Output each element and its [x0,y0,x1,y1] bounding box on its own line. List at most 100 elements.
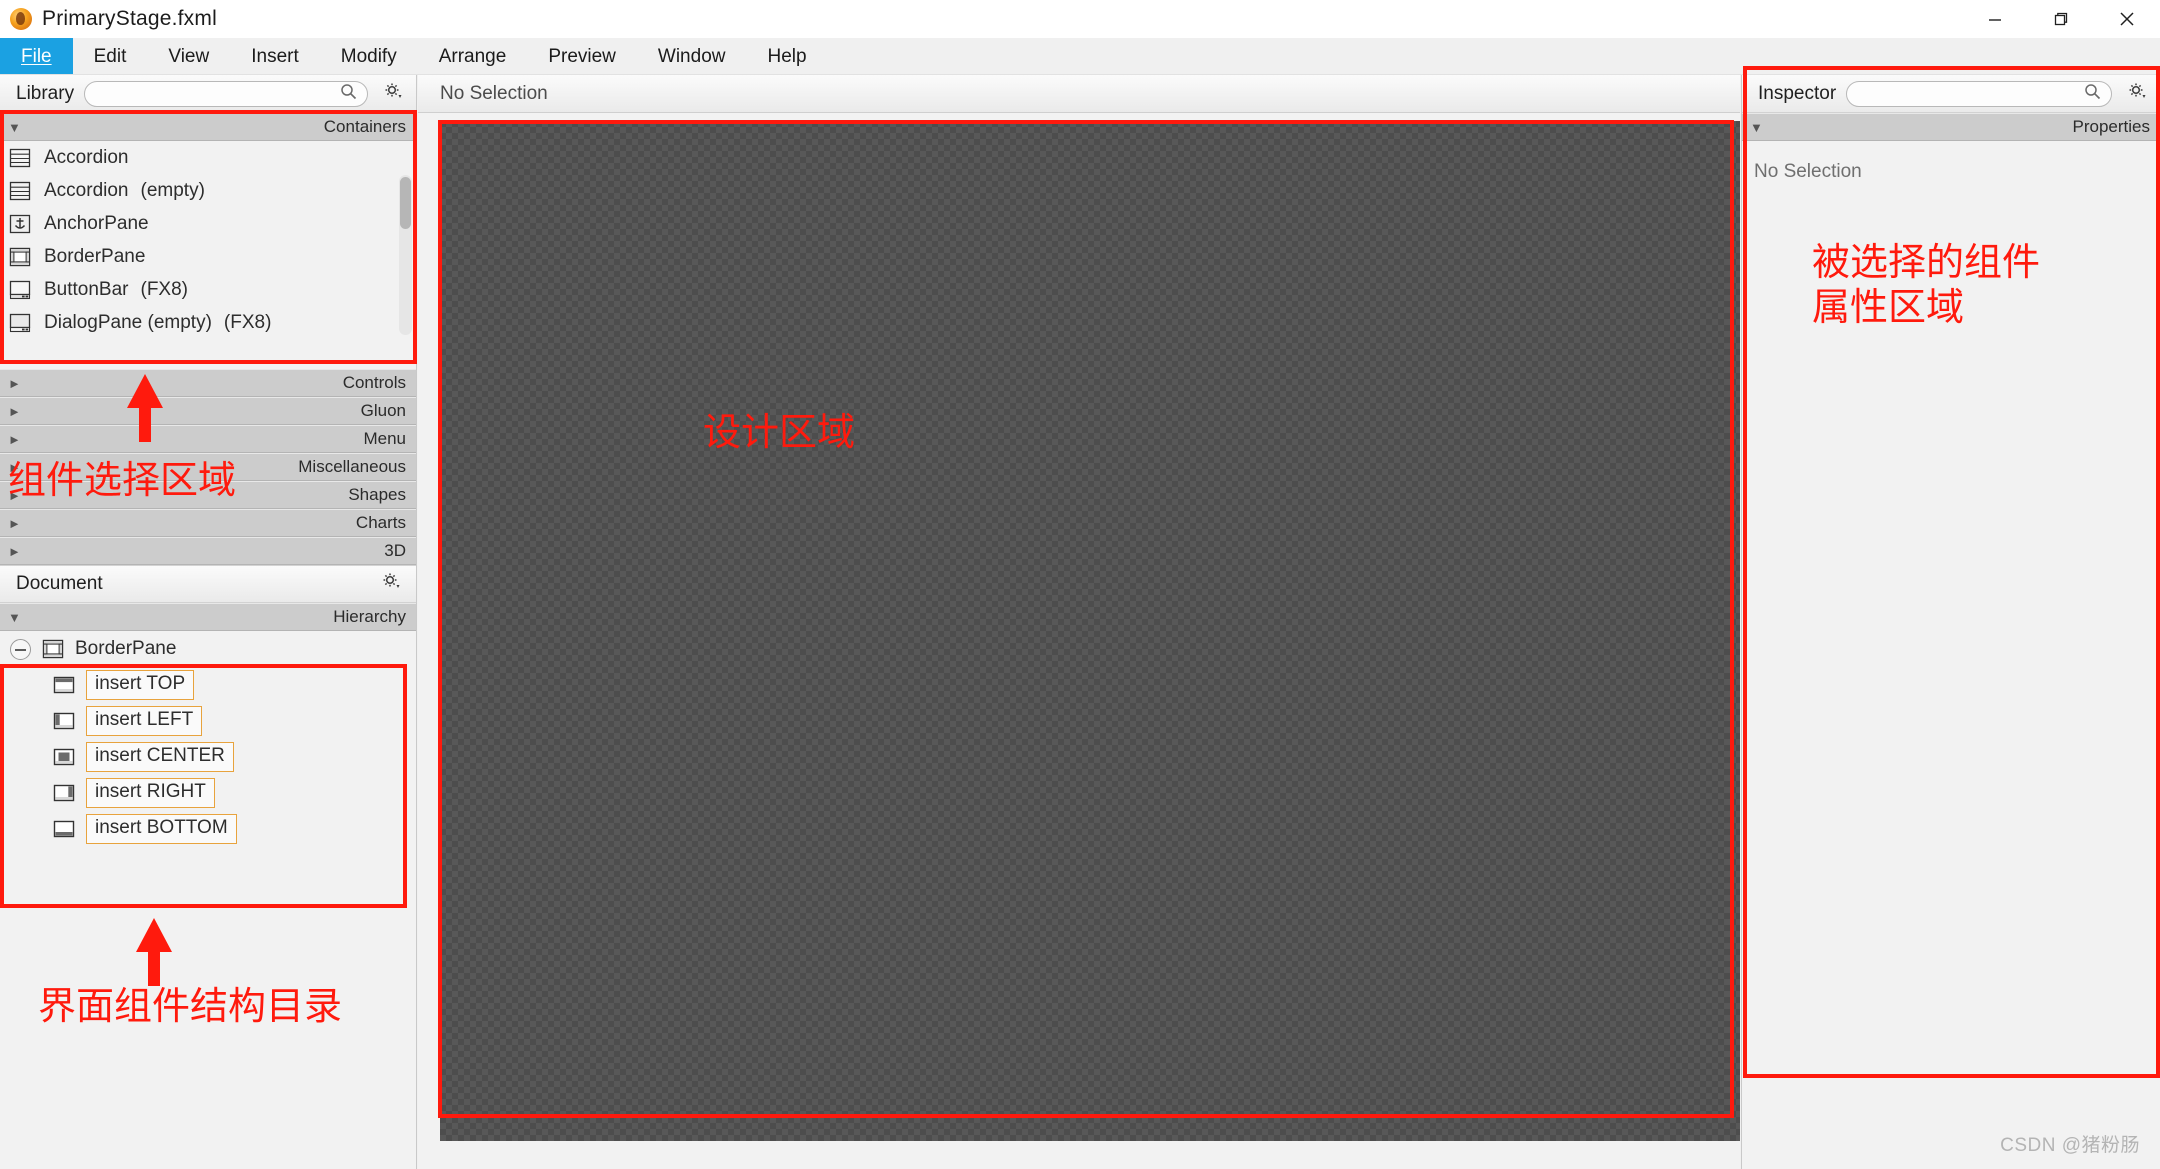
hierarchy-tree[interactable]: BorderPane insert TOP insert LEFT insert… [0,631,416,1101]
maximize-button[interactable] [2028,0,2094,38]
library-section-3d-label: 3D [384,541,406,560]
close-button[interactable] [2094,0,2160,38]
menu-item-modify[interactable]: Modify [320,38,418,74]
menu-item-file[interactable]: File [0,38,73,74]
menu-item-edit[interactable]: Edit [73,38,148,74]
library-section-shapes-label: Shapes [348,485,406,504]
chevron-right-icon: ► [8,375,21,391]
document-gear-button[interactable] [376,572,406,596]
inspector-section-properties[interactable]: ▼ Properties [1742,113,2160,141]
menu-item-arrange[interactable]: Arrange [418,38,528,74]
dialogpane-icon [8,312,32,334]
gear-icon [384,82,403,106]
library-section-miscellaneous-label: Miscellaneous [298,457,406,476]
tree-row[interactable]: insert TOP [0,667,416,703]
tree-row-label: insert RIGHT [86,778,215,808]
collapse-toggle-icon[interactable] [10,638,31,660]
tree-row[interactable]: insert BOTTOM [0,811,416,847]
library-item-label: Accordion [44,179,129,201]
inspector-search-input[interactable] [1846,80,2112,107]
library-item-borderpane[interactable]: BorderPane [0,240,416,273]
tree-row[interactable]: insert LEFT [0,703,416,739]
library-section-shapes[interactable]: ► Shapes [0,481,416,509]
minimize-button[interactable] [1962,0,2028,38]
library-item-anchorpane[interactable]: AnchorPane [0,207,416,240]
library-item-label: Accordion [44,146,129,168]
chevron-down-icon: ▼ [1750,119,1763,135]
library-section-controls[interactable]: ► Controls [0,369,416,397]
library-item-accordion-empty[interactable]: Accordion (empty) [0,174,416,207]
chevron-right-icon: ► [8,515,21,531]
library-item-label: AnchorPane [44,212,149,234]
region-right-icon [52,782,76,804]
menu-item-insert[interactable]: Insert [230,38,320,74]
design-canvas[interactable] [440,121,1740,1141]
inspector-gear-button[interactable] [2122,82,2152,106]
library-item-suffix: (FX8) [223,311,272,333]
tree-row[interactable]: insert CENTER [0,739,416,775]
design-area-wrapper [418,113,1740,1169]
menu-label-insert: Insert [251,45,299,67]
library-gear-button[interactable] [378,82,408,106]
library-search-input[interactable] [84,80,368,107]
library-section-gluon-label: Gluon [360,401,406,420]
menu-item-help[interactable]: Help [746,38,827,74]
library-item-suffix: (empty) [140,179,205,201]
inspector-section-properties-label: Properties [2072,117,2150,136]
library-item-label: ButtonBar [44,278,129,300]
buttonbar-icon [8,279,32,301]
chevron-right-icon: ► [8,543,21,559]
chevron-down-icon: ▼ [8,609,21,625]
anchorpane-icon [8,213,32,235]
tree-row-label: BorderPane [75,638,177,659]
menu-label-window: Window [657,45,726,67]
tree-row-label: insert BOTTOM [86,814,237,844]
library-item-suffix: (FX8) [140,278,189,300]
library-section-controls-label: Controls [342,373,406,392]
library-item-buttonbar[interactable]: ButtonBar (FX8) [0,273,416,306]
menu-label-edit: Edit [93,45,127,67]
library-item-accordion[interactable]: Accordion [0,141,416,174]
menu-label-file: File [21,45,52,67]
library-item-label: DialogPane (empty) [44,311,212,333]
menu-label-view: View [168,45,210,67]
window-title: PrimaryStage.fxml [42,7,217,30]
library-item-list[interactable]: Accordion Accordion (empty) AnchorPane B… [0,141,416,369]
accordion-icon [8,147,32,169]
library-header: Library [0,75,416,113]
tree-row[interactable]: BorderPane [0,631,416,667]
tree-row[interactable]: insert RIGHT [0,775,416,811]
library-item-dialogpane[interactable]: DialogPane (empty) (FX8) [0,306,416,339]
library-section-3d[interactable]: ► 3D [0,537,416,565]
gear-icon [2128,82,2147,106]
content-selection-status: No Selection [440,82,548,104]
search-icon [2084,83,2101,105]
library-section-miscellaneous[interactable]: ► Miscellaneous [0,453,416,481]
inspector-body: No Selection [1742,141,2160,183]
document-section-hierarchy[interactable]: ▼ Hierarchy [0,603,416,631]
library-section-gluon[interactable]: ► Gluon [0,397,416,425]
content-header: No Selection [418,75,1740,113]
library-scrollbar-thumb[interactable] [400,177,411,229]
left-panel: Library ▼ Containers Accordion Accordion… [0,75,417,1169]
library-section-containers-label: Containers [323,117,406,136]
menu-item-view[interactable]: View [147,38,230,74]
accordion-icon [8,180,32,202]
region-left-icon [52,710,76,732]
borderpane-icon [41,638,65,660]
menu-item-preview[interactable]: Preview [527,38,637,74]
library-section-containers[interactable]: ▼ Containers [0,113,416,141]
region-bottom-icon [52,818,76,840]
menu-label-help: Help [767,45,807,67]
library-scrollbar[interactable] [399,175,412,335]
inspector-header: Inspector [1742,75,2160,113]
chevron-down-icon: ▼ [8,119,21,135]
library-section-menu[interactable]: ► Menu [0,425,416,453]
chevron-right-icon: ► [8,459,21,475]
library-title: Library [16,82,75,104]
menu-item-window[interactable]: Window [637,38,747,74]
region-top-icon [52,674,76,696]
chevron-right-icon: ► [8,487,21,503]
library-section-charts[interactable]: ► Charts [0,509,416,537]
tree-row-label: insert CENTER [86,742,234,772]
